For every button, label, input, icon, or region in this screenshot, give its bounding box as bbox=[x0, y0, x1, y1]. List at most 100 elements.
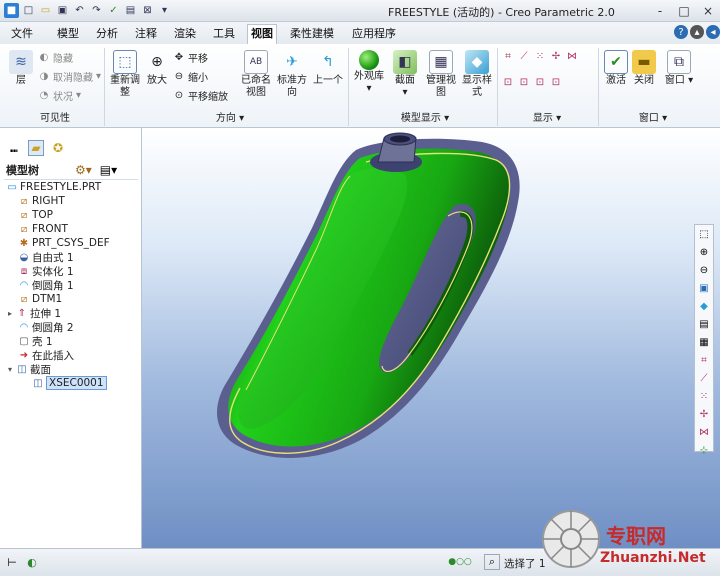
annotation-display-icon[interactable]: ⋈ bbox=[566, 50, 578, 62]
window-icon[interactable]: ▤ bbox=[123, 3, 138, 18]
view-manager-icon[interactable]: ▦ bbox=[695, 334, 713, 350]
standard-orientation-button[interactable]: ✈ 标准方 向 bbox=[274, 50, 310, 99]
favorites-tab-icon[interactable]: ✪ bbox=[50, 140, 66, 156]
hide-button[interactable]: ◐ 隐藏 bbox=[38, 50, 73, 65]
display-style-button[interactable]: ◆ 显示样 式 bbox=[460, 50, 494, 99]
pan-button[interactable]: ✥ 平移 bbox=[173, 50, 208, 65]
zoom-out-button[interactable]: ⊖ 缩小 bbox=[173, 69, 208, 84]
tree-node-selected[interactable]: ◫ XSEC0001 bbox=[4, 376, 140, 390]
appearance-gallery-button[interactable]: 外观库 ▾ bbox=[352, 50, 386, 95]
point-tag-icon[interactable]: ⊡ bbox=[534, 76, 546, 88]
tree-node[interactable]: ▢ 壳 1 bbox=[4, 334, 140, 348]
minimize-ribbon-icon[interactable]: ▴ bbox=[690, 25, 704, 39]
navigator-toggle-icon[interactable]: ⊢ bbox=[4, 554, 20, 570]
minimize-button[interactable]: - bbox=[648, 2, 672, 19]
axis-tag-icon[interactable]: ⊡ bbox=[518, 76, 530, 88]
axis-display-view-icon[interactable]: ⟋ bbox=[695, 370, 713, 386]
tab-applications[interactable]: 应用程序 bbox=[349, 25, 399, 43]
pan-zoom-button[interactable]: ⊙ 平移缩放 bbox=[173, 88, 228, 103]
more-icon[interactable]: ▾ bbox=[157, 3, 172, 18]
tab-annotate[interactable]: 注释 bbox=[132, 25, 160, 43]
refit-button[interactable]: ⬚ 重新调 整 bbox=[108, 50, 142, 99]
tab-view[interactable]: 视图 bbox=[247, 24, 277, 44]
annotation-display-view-icon[interactable]: ⋈ bbox=[695, 424, 713, 440]
plane-tag-icon[interactable]: ⊡ bbox=[502, 76, 514, 88]
previous-view-button[interactable]: ↰ 上一个 bbox=[310, 50, 346, 87]
redo-icon[interactable]: ↷ bbox=[89, 3, 104, 18]
plane-display-view-icon[interactable]: ⌗ bbox=[695, 352, 713, 368]
axis-display-icon[interactable]: ⟋ bbox=[518, 50, 530, 62]
tree-node[interactable]: ➜ 在此插入 bbox=[4, 348, 140, 362]
tree-node[interactable]: ◠ 倒圆角 2 bbox=[4, 320, 140, 334]
open-icon[interactable]: ▭ bbox=[38, 3, 53, 18]
new-icon[interactable]: □ bbox=[21, 3, 36, 18]
refit-view-icon[interactable]: ⬚ bbox=[695, 226, 713, 242]
graphics-viewport[interactable] bbox=[142, 128, 720, 548]
layer-button[interactable]: ≋ 层 bbox=[6, 50, 36, 87]
folder-browser-tab-icon[interactable]: ▰ bbox=[28, 140, 44, 156]
spin-center-icon[interactable]: ⊹ bbox=[695, 442, 713, 458]
tab-model[interactable]: 模型 bbox=[54, 25, 82, 43]
zoom-in-view-icon[interactable]: ⊕ bbox=[695, 244, 713, 260]
expand-icon[interactable]: ▸ bbox=[8, 309, 16, 318]
tab-tools[interactable]: 工具 bbox=[210, 25, 238, 43]
app-icon[interactable]: ■ bbox=[4, 3, 19, 18]
tab-file[interactable]: 文件 bbox=[8, 25, 36, 43]
close-window-icon[interactable]: ⊠ bbox=[140, 3, 155, 18]
unhide-button[interactable]: ◑ 取消隐藏 ▾ bbox=[38, 69, 101, 84]
tree-node[interactable]: ⧄ DTM1 bbox=[4, 292, 140, 306]
plane-display-icon[interactable]: ⌗ bbox=[502, 50, 514, 62]
window-group-dropdown-icon[interactable]: ▾ bbox=[662, 113, 667, 124]
csys-display-icon[interactable]: ✢ bbox=[550, 50, 562, 62]
zoom-in-icon: ⊕ bbox=[151, 54, 163, 70]
model-display-group-dropdown-icon[interactable]: ▾ bbox=[444, 113, 449, 124]
point-display-icon[interactable]: ⁙ bbox=[534, 50, 546, 62]
maximize-button[interactable]: □ bbox=[672, 2, 696, 19]
tree-node[interactable]: ⧄ RIGHT bbox=[4, 194, 140, 208]
close-button[interactable]: × bbox=[696, 2, 720, 19]
regenerate-icon[interactable]: ✓ bbox=[106, 3, 121, 18]
view-toolbar: ⬚ ⊕ ⊖ ▣ ◆ ▤ ▦ ⌗ ⟋ ⁙ ✢ ⋈ ⊹ bbox=[694, 224, 714, 456]
zoom-out-view-icon[interactable]: ⊖ bbox=[695, 262, 713, 278]
zoom-in-button[interactable]: ⊕ 放大 bbox=[144, 50, 170, 87]
ribbon-options-icon[interactable]: ◂ bbox=[706, 25, 720, 39]
tree-node[interactable]: ▾ ◫ 截面 bbox=[4, 362, 140, 376]
tree-node[interactable]: ⧄ FRONT bbox=[4, 222, 140, 236]
named-views-button[interactable]: AB 已命名 视图 bbox=[238, 50, 274, 99]
tree-node[interactable]: ⧈ 实体化 1 bbox=[4, 264, 140, 278]
manage-views-button[interactable]: ▦ 管理视 图 bbox=[424, 50, 458, 99]
windows-button[interactable]: ⧉ 窗口 ▾ bbox=[662, 50, 696, 87]
tree-node[interactable]: ▭ FREESTYLE.PRT bbox=[4, 180, 140, 194]
tree-node[interactable]: ▸ ⇑ 拉伸 1 bbox=[4, 306, 140, 320]
csys-display-view-icon[interactable]: ✢ bbox=[695, 406, 713, 422]
show-group-dropdown-icon[interactable]: ▾ bbox=[556, 113, 561, 124]
tree-node[interactable]: ⧄ TOP bbox=[4, 208, 140, 222]
tree-node[interactable]: ◒ 自由式 1 bbox=[4, 250, 140, 264]
tree-node[interactable]: ◠ 倒圆角 1 bbox=[4, 278, 140, 292]
repaint-icon[interactable]: ▣ bbox=[695, 280, 713, 296]
tree-settings-icon[interactable]: ⚙▾ bbox=[75, 163, 92, 177]
browser-toggle-icon[interactable]: ◐ bbox=[24, 554, 40, 570]
tab-flexible-modeling[interactable]: 柔性建模 bbox=[287, 25, 337, 43]
activate-button[interactable]: ✔ 激活 bbox=[602, 50, 630, 87]
status-button[interactable]: ◔ 状况 ▾ bbox=[38, 88, 81, 103]
save-icon[interactable]: ▣ bbox=[55, 3, 70, 18]
section-button[interactable]: ◧ 截面 ▾ bbox=[388, 50, 422, 99]
tree-node[interactable]: ✱ PRT_CSYS_DEF bbox=[4, 236, 140, 250]
tree-columns-icon[interactable]: ▤▾ bbox=[100, 163, 117, 177]
close-window-button[interactable]: ▬ 关闭 bbox=[630, 50, 658, 87]
help-icon[interactable]: ? bbox=[674, 25, 688, 39]
tab-render[interactable]: 渲染 bbox=[171, 25, 199, 43]
model-tree-tab-icon[interactable]: ⑉ bbox=[6, 140, 22, 156]
find-icon[interactable]: ⌕ bbox=[484, 554, 500, 570]
activate-label: 激活 bbox=[606, 75, 626, 86]
orientation-group-dropdown-icon[interactable]: ▾ bbox=[239, 113, 244, 124]
display-style-view-icon[interactable]: ◆ bbox=[695, 298, 713, 314]
orientation-group-label: 方向 bbox=[215, 113, 236, 124]
tab-analysis[interactable]: 分析 bbox=[93, 25, 121, 43]
csys-tag-icon[interactable]: ⊡ bbox=[550, 76, 562, 88]
undo-icon[interactable]: ↶ bbox=[72, 3, 87, 18]
saved-orientations-icon[interactable]: ▤ bbox=[695, 316, 713, 332]
collapse-icon[interactable]: ▾ bbox=[8, 365, 16, 374]
point-display-view-icon[interactable]: ⁙ bbox=[695, 388, 713, 404]
